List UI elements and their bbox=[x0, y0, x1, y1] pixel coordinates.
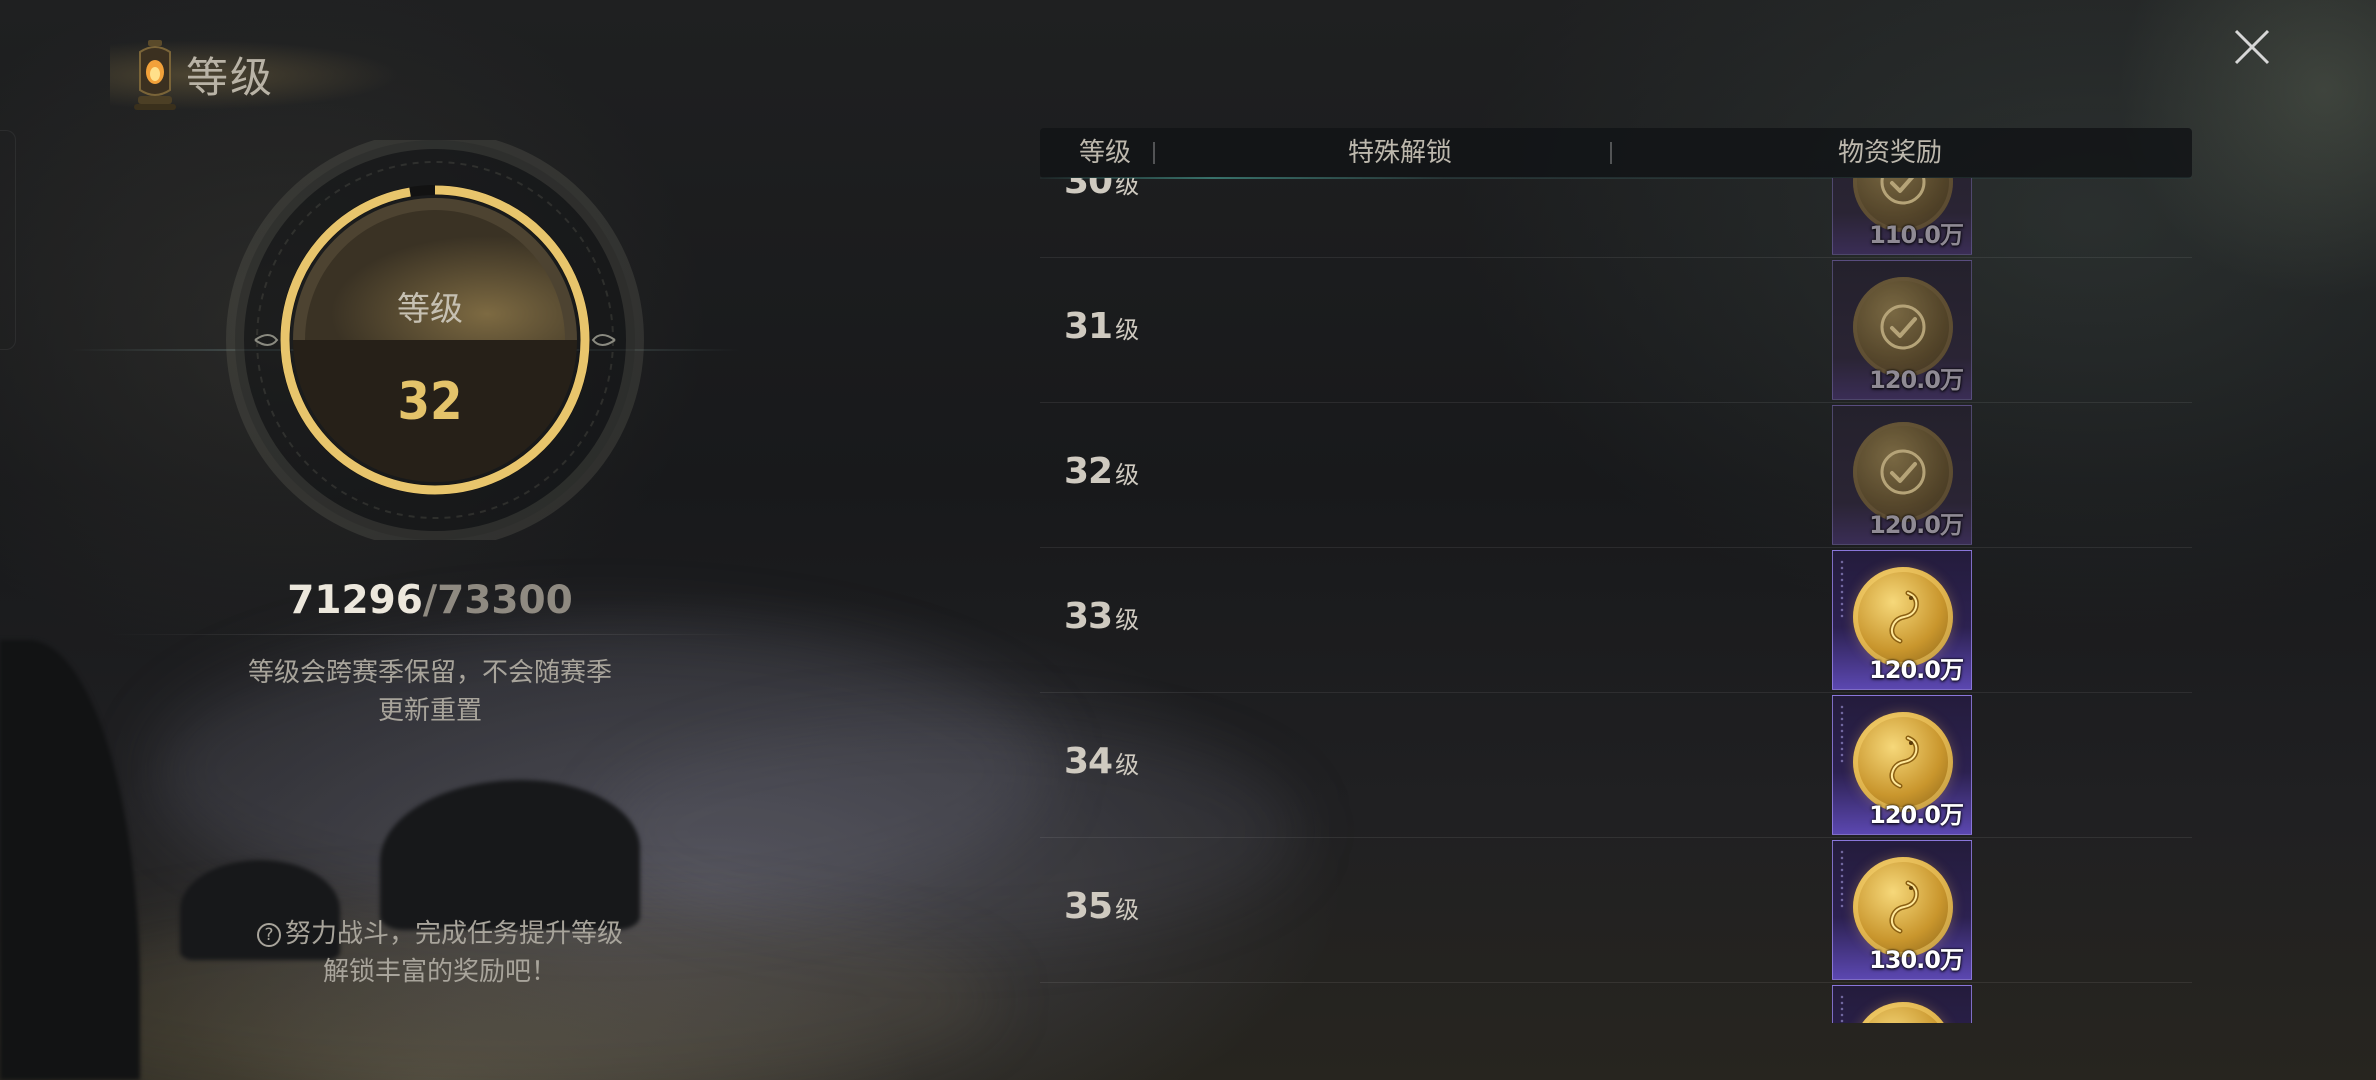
table-row: 30 级 110.0万 bbox=[1040, 178, 2192, 258]
xp-total: 73300 bbox=[437, 578, 573, 623]
dragon-icon bbox=[1889, 880, 1919, 934]
row-level: 34 级 bbox=[1064, 741, 1139, 791]
reward-amount: 120.0万 bbox=[1869, 801, 1964, 829]
lantern-icon bbox=[134, 40, 176, 110]
reward-amount: 110.0万 bbox=[1869, 221, 1964, 249]
reward-amount: 120.0万 bbox=[1869, 366, 1964, 394]
level-suffix: 级 bbox=[1115, 461, 1140, 489]
tile-decoration bbox=[1839, 559, 1845, 619]
table-row: 34 级 120.0万 bbox=[1040, 693, 2192, 838]
row-level: 35 级 bbox=[1064, 886, 1139, 936]
column-header-unlock: 特殊解锁 bbox=[1347, 138, 1452, 168]
help-icon[interactable]: ? bbox=[256, 923, 281, 947]
xp-underline bbox=[110, 634, 750, 635]
current-level: 32 bbox=[397, 372, 463, 432]
level-suffix: 级 bbox=[1115, 316, 1140, 344]
column-separator bbox=[1610, 142, 1612, 164]
column-separator bbox=[1153, 142, 1155, 164]
check-icon bbox=[1880, 178, 1926, 205]
level-suffix: 级 bbox=[1115, 896, 1140, 924]
hint-text: 努力战斗，完成任务提升等级解锁丰富的奖励吧！ bbox=[284, 919, 623, 987]
check-icon bbox=[1880, 449, 1926, 495]
xp-progress-text: 71296/73300 bbox=[180, 578, 680, 623]
row-level: 31 级 bbox=[1064, 306, 1139, 356]
side-panel-edge bbox=[0, 130, 16, 350]
level-number: 30 bbox=[1064, 178, 1113, 202]
reward-tile[interactable] bbox=[1832, 985, 1972, 1023]
level-suffix: 级 bbox=[1115, 178, 1140, 199]
xp-separator: / bbox=[422, 578, 438, 623]
reward-table-header: 等级 特殊解锁 物资奖励 bbox=[1040, 128, 2192, 178]
row-level: 33 级 bbox=[1064, 596, 1139, 646]
level-number: 33 bbox=[1064, 596, 1113, 637]
tile-decoration bbox=[1839, 704, 1845, 764]
level-hint: ? 努力战斗，完成任务提升等级解锁丰富的奖励吧！ bbox=[250, 915, 630, 991]
ring-label: 等级 bbox=[397, 289, 463, 328]
dragon-icon bbox=[1889, 735, 1919, 789]
dragon-icon bbox=[1889, 590, 1919, 644]
dragon-icon bbox=[1878, 1022, 1928, 1023]
close-icon bbox=[2234, 29, 2270, 65]
table-row: 35 级 130.0万 bbox=[1040, 838, 2192, 983]
tile-decoration bbox=[1839, 994, 1845, 1023]
reward-tile[interactable]: 120.0万 bbox=[1832, 260, 1972, 400]
level-number: 31 bbox=[1064, 306, 1113, 347]
level-progress-ring bbox=[226, 140, 644, 540]
level-suffix: 级 bbox=[1115, 606, 1140, 634]
reward-rows: 30 级 110.0万 31 级 120.0万 32 级 120.0万 33 级 120.0万 34 级 1… bbox=[1040, 178, 2192, 1023]
reward-amount: 130.0万 bbox=[1869, 946, 1964, 974]
reward-tile[interactable]: 110.0万 bbox=[1832, 178, 1972, 255]
reward-tile[interactable]: 120.0万 bbox=[1832, 695, 1972, 835]
check-icon bbox=[1880, 304, 1926, 350]
tile-decoration bbox=[1839, 849, 1845, 909]
column-header-reward: 物资奖励 bbox=[1837, 138, 1942, 168]
column-header-level: 等级 bbox=[1078, 138, 1131, 168]
table-row: 32 级 120.0万 bbox=[1040, 403, 2192, 548]
table-row: 36级 bbox=[1040, 983, 2192, 1023]
level-suffix: 级 bbox=[1115, 751, 1140, 779]
retain-note: 等级会跨赛季保留，不会随赛季更新重置 bbox=[247, 658, 612, 726]
row-level: 32 级 bbox=[1064, 451, 1139, 501]
table-row: 33 级 120.0万 bbox=[1040, 548, 2192, 693]
level-number: 32 bbox=[1064, 451, 1113, 492]
reward-amount: 120.0万 bbox=[1869, 656, 1964, 684]
rock bbox=[0, 640, 140, 1080]
gold-coin-icon bbox=[1853, 1002, 1953, 1023]
close-button[interactable] bbox=[2230, 25, 2274, 69]
page-header: 等级 bbox=[110, 28, 440, 118]
page-title: 等级 bbox=[186, 53, 275, 102]
reward-tile[interactable]: 120.0万 bbox=[1832, 550, 1972, 690]
level-number: 34 bbox=[1064, 741, 1113, 782]
level-number: 35 bbox=[1064, 886, 1113, 927]
xp-current: 71296 bbox=[287, 578, 423, 623]
reward-tile[interactable]: 120.0万 bbox=[1832, 405, 1972, 545]
table-row: 31 级 120.0万 bbox=[1040, 258, 2192, 403]
row-level: 30 级 bbox=[1064, 178, 1139, 211]
reward-amount: 120.0万 bbox=[1869, 511, 1964, 539]
reward-tile[interactable]: 130.0万 bbox=[1832, 840, 1972, 980]
reward-table[interactable]: 30 级 110.0万 31 级 120.0万 32 级 120.0万 33 级 120.0万 34 级 1… bbox=[1040, 178, 2192, 1023]
